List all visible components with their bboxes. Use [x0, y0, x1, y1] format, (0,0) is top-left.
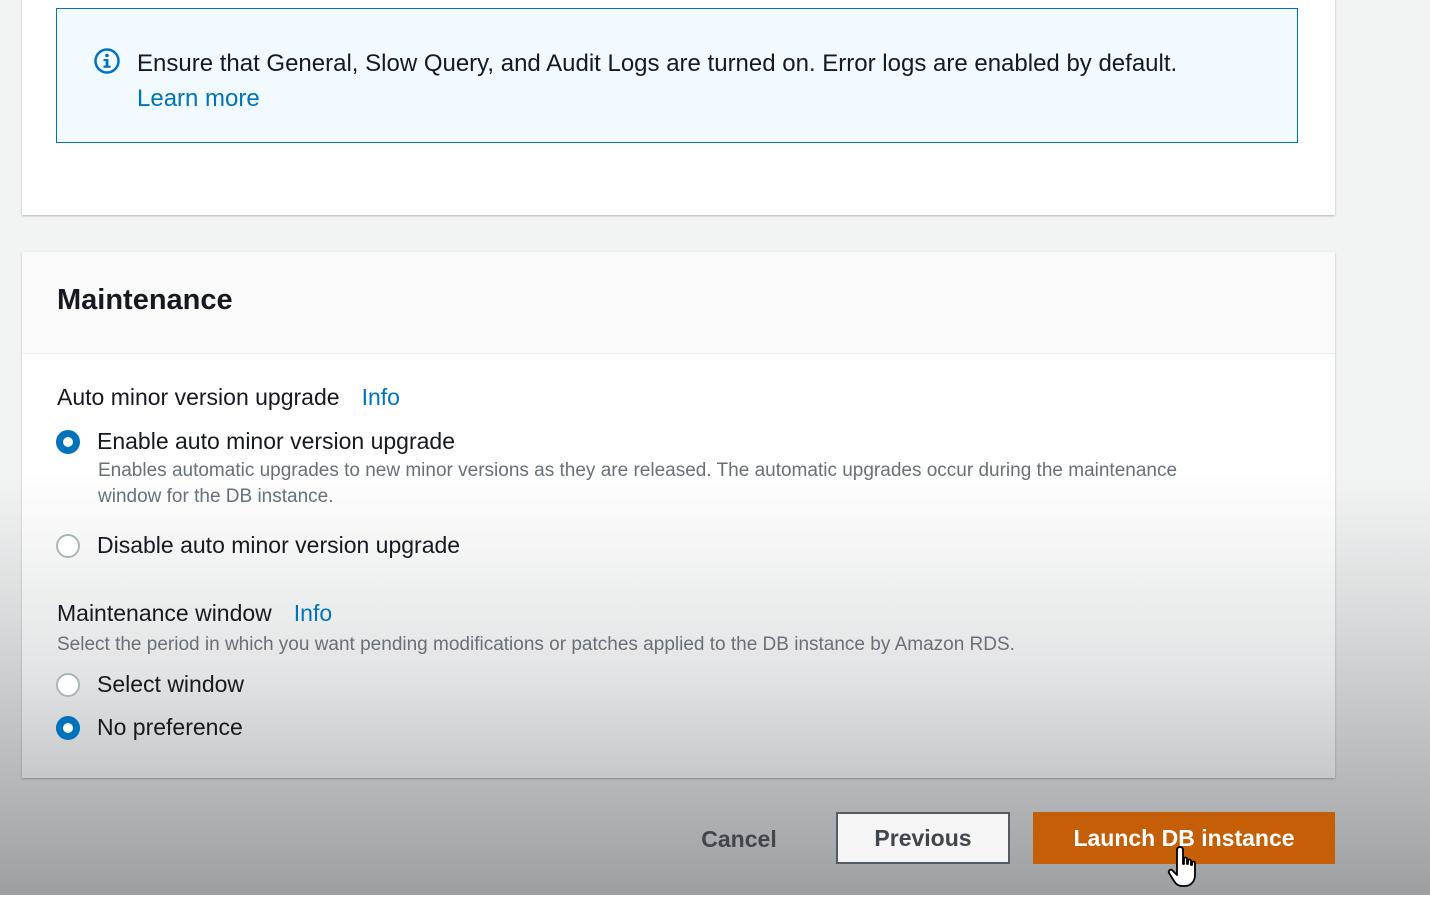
info-circle-icon	[94, 48, 120, 74]
radio-select-window-label: Select window	[97, 671, 245, 697]
description-line: Enables automatic upgrades to new minor …	[98, 460, 1178, 481]
learn-more-link[interactable]: Learn more	[137, 81, 1177, 116]
auto-minor-upgrade-label-row: Auto minor version upgrade Info	[57, 384, 400, 411]
maintenance-header: Maintenance	[22, 252, 1335, 354]
radio-select-window[interactable]: Select window	[56, 671, 244, 698]
alert-message: Ensure that General, Slow Query, and Aud…	[137, 50, 1178, 77]
maintenance-window-description: Select the period in which you want pend…	[57, 634, 1015, 655]
alert-message-block: Ensure that General, Slow Query, and Aud…	[137, 46, 1177, 116]
radio-disable-auto-upgrade-label: Disable auto minor version upgrade	[97, 532, 461, 558]
previous-button[interactable]: Previous	[836, 812, 1010, 864]
radio-enable-auto-upgrade-label: Enable auto minor version upgrade	[97, 428, 456, 454]
maintenance-title: Maintenance	[57, 284, 233, 316]
radio-button-selected[interactable]	[56, 429, 80, 454]
radio-no-preference-label: No preference	[97, 714, 243, 740]
hand-pointer-cursor-icon	[1167, 846, 1196, 887]
auto-minor-upgrade-info-link[interactable]: Info	[362, 384, 400, 410]
logging-card: Ensure that General, Slow Query, and Aud…	[22, 0, 1335, 215]
radio-no-preference[interactable]: No preference	[56, 714, 243, 741]
radio-button-selected[interactable]	[56, 715, 80, 740]
info-alert: Ensure that General, Slow Query, and Aud…	[56, 8, 1298, 143]
radio-button[interactable]	[56, 672, 80, 697]
radio-button[interactable]	[56, 533, 80, 558]
maintenance-card: Maintenance Auto minor version upgrade In…	[22, 252, 1335, 778]
description-line: window for the DB instance.	[98, 486, 334, 507]
radio-enable-auto-upgrade[interactable]: Enable auto minor version upgrade	[56, 428, 455, 455]
cancel-button[interactable]: Cancel	[684, 816, 794, 862]
radio-disable-auto-upgrade[interactable]: Disable auto minor version upgrade	[56, 532, 460, 559]
enable-auto-upgrade-description: Enables automatic upgrades to new minor …	[98, 458, 1177, 510]
maintenance-window-label-row: Maintenance window Info	[57, 600, 332, 627]
auto-minor-upgrade-label: Auto minor version upgrade	[57, 384, 340, 410]
maintenance-window-label: Maintenance window	[57, 600, 272, 626]
maintenance-window-info-link[interactable]: Info	[294, 600, 332, 626]
